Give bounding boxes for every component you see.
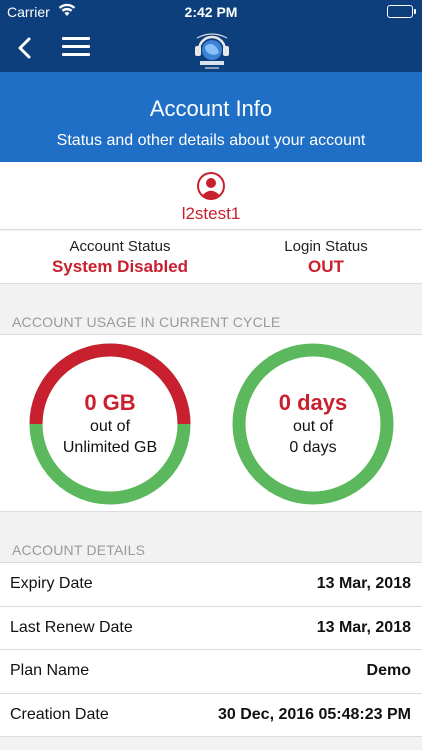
details-section-title: ACCOUNT DETAILS	[12, 542, 146, 558]
detail-label: Creation Date	[10, 705, 109, 723]
page-title: Account Info	[149, 96, 273, 121]
user-section: l2stest1	[0, 162, 422, 230]
detail-row-last-renew-date: Last Renew Date 13 Mar, 2018	[0, 607, 422, 650]
account-status: Account Status System Disabled	[0, 238, 240, 277]
detail-value: Demo	[366, 662, 411, 679]
days-usage-out-of: out of	[292, 418, 334, 435]
account-status-value: System Disabled	[51, 257, 189, 276]
detail-label: Last Renew Date	[10, 618, 133, 636]
chevron-left-icon	[18, 37, 31, 59]
detail-value: 30 Dec, 2016 05:48:23 PM	[217, 705, 411, 723]
detail-label: Plan Name	[10, 662, 90, 679]
data-usage-gauge: 0 GB out of Unlimited GB	[28, 342, 192, 506]
login-status-label: Login Status	[284, 238, 368, 255]
detail-row-plan-name: Plan Name Demo	[0, 650, 422, 694]
account-details-list: Expiry Date 13 Mar, 2018 Last Renew Date…	[0, 563, 422, 737]
page-subtitle: Status and other details about your acco…	[56, 132, 366, 149]
detail-value: 13 Mar, 2018	[316, 575, 411, 592]
days-usage-gauge: 0 days out of 0 days	[231, 342, 395, 506]
details-section-header: ACCOUNT DETAILS	[0, 513, 422, 563]
detail-label: Expiry Date	[10, 575, 93, 592]
status-bar: Carrier 2:42 PM	[0, 0, 422, 24]
status-section: Account Status System Disabled Login Sta…	[0, 231, 422, 284]
usage-section-header: ACCOUNT USAGE IN CURRENT CYCLE	[0, 285, 422, 335]
account-status-label: Account Status	[69, 238, 171, 255]
days-usage-limit: 0 days	[289, 439, 337, 456]
menu-button[interactable]	[62, 37, 90, 59]
page-header-banner: Account Info Status and other details ab…	[0, 72, 422, 162]
clock: 2:42 PM	[184, 4, 238, 20]
days-usage-value: 0 days	[278, 390, 348, 415]
navigation-bar	[0, 24, 422, 72]
back-button[interactable]	[14, 34, 38, 62]
data-usage-limit: Unlimited GB	[62, 439, 158, 456]
hamburger-icon	[62, 37, 90, 40]
battery-icon	[387, 5, 416, 18]
data-usage-value: 0 GB	[84, 390, 136, 415]
user-icon	[197, 172, 225, 200]
usage-section: 0 GB out of Unlimited GB 0 days out of 0…	[0, 335, 422, 512]
usage-section-title: ACCOUNT USAGE IN CURRENT CYCLE	[12, 314, 281, 330]
data-usage-out-of: out of	[89, 418, 131, 435]
login-status: Login Status OUT	[240, 238, 412, 277]
login-status-value: OUT	[308, 257, 344, 276]
app-logo	[189, 26, 235, 72]
detail-row-creation-date: Creation Date 30 Dec, 2016 05:48:23 PM	[0, 694, 422, 737]
detail-value: 13 Mar, 2018	[316, 618, 411, 636]
detail-row-expiry-date: Expiry Date 13 Mar, 2018	[0, 563, 422, 607]
username: l2stest1	[181, 204, 241, 223]
